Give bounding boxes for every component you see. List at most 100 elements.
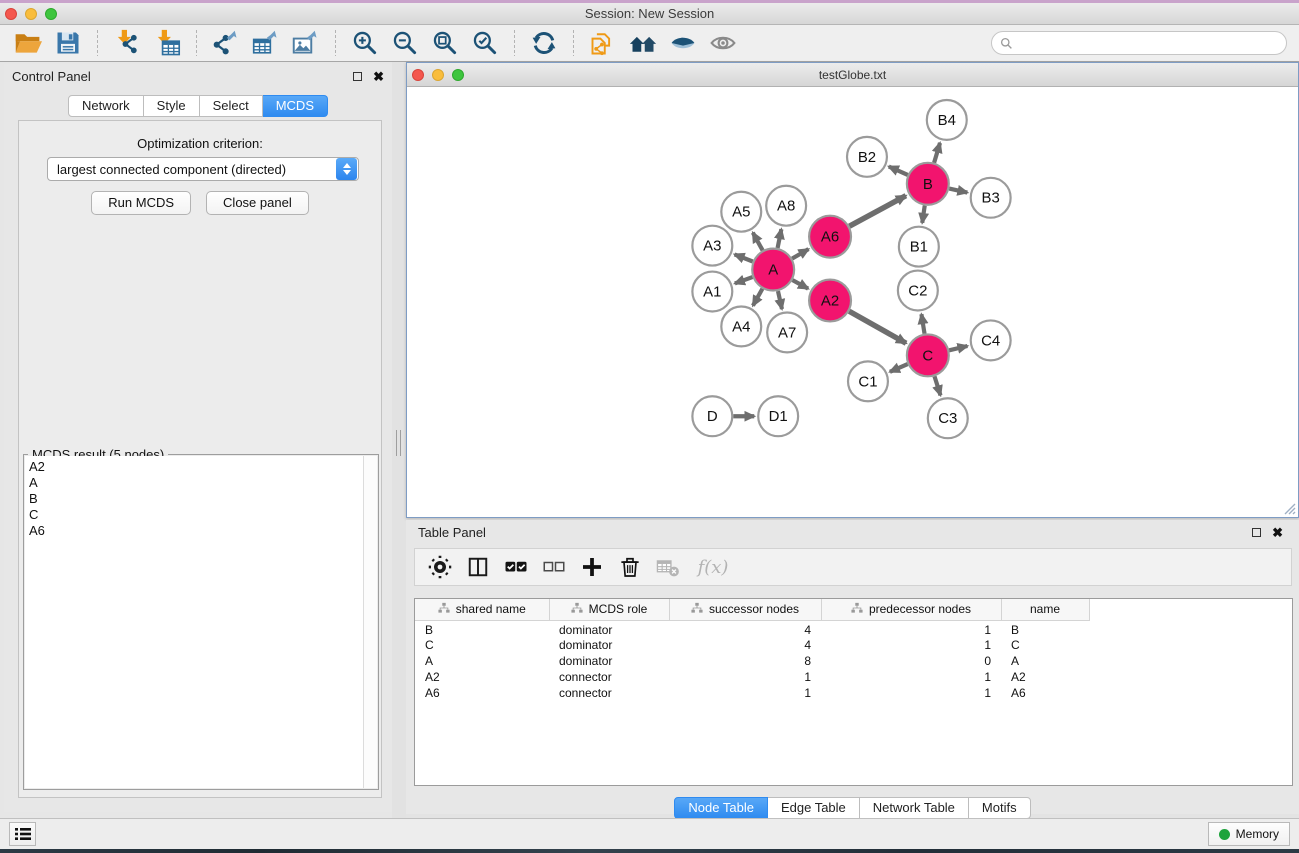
- table-cell[interactable]: A: [415, 653, 549, 669]
- table-row[interactable]: Bdominator41B: [415, 620, 1292, 637]
- graph-node-A3[interactable]: A3: [692, 226, 732, 266]
- graph-node-A4[interactable]: A4: [721, 306, 761, 346]
- export-network-icon[interactable]: [211, 28, 241, 58]
- graph-node-A[interactable]: A: [752, 249, 794, 291]
- graph-edge-A-A7[interactable]: [778, 291, 782, 309]
- column-header-name[interactable]: name: [1001, 599, 1089, 620]
- table-cell[interactable]: A2: [415, 669, 549, 685]
- table-cell[interactable]: C: [415, 637, 549, 653]
- close-panel-button[interactable]: Close panel: [206, 191, 309, 215]
- float-panel-icon[interactable]: [353, 72, 362, 81]
- graph-node-B2[interactable]: B2: [847, 137, 887, 177]
- column-header-predecessor-nodes[interactable]: predecessor nodes: [821, 599, 1001, 620]
- table-cell[interactable]: 4: [669, 637, 821, 653]
- search-input[interactable]: [1018, 36, 1278, 50]
- graph-node-C2[interactable]: C2: [898, 271, 938, 311]
- graph-node-A8[interactable]: A8: [766, 186, 806, 226]
- mcds-result-scrollbar[interactable]: [363, 456, 377, 788]
- memory-button[interactable]: Memory: [1208, 822, 1290, 846]
- zoom-out-icon[interactable]: [390, 28, 420, 58]
- new-column-icon[interactable]: [577, 553, 607, 581]
- graph-node-A7[interactable]: A7: [767, 312, 807, 352]
- mcds-result-item[interactable]: A: [29, 475, 363, 491]
- graph-node-A6[interactable]: A6: [809, 216, 851, 258]
- save-session-icon[interactable]: [53, 28, 83, 58]
- column-header-MCDS-role[interactable]: MCDS role: [549, 599, 669, 620]
- criterion-dropdown[interactable]: largest connected component (directed): [47, 157, 359, 181]
- home-layout-icon[interactable]: [628, 28, 658, 58]
- zoom-selected-icon[interactable]: [470, 28, 500, 58]
- mcds-result-item[interactable]: A6: [29, 523, 363, 539]
- export-image-icon[interactable]: [291, 28, 321, 58]
- network-canvas[interactable]: B4B2BB3A8A5A6A3B1AA1C2A2A4A7C4CC1C3DD1: [407, 88, 1298, 517]
- main-titlebar[interactable]: Session: New Session: [0, 3, 1299, 25]
- duplicate-network-icon[interactable]: [588, 28, 618, 58]
- graph-node-B1[interactable]: B1: [899, 227, 939, 267]
- network-view-window[interactable]: testGlobe.txt B4B2BB3A8A5A6A3B1AA1C2A2A4…: [406, 62, 1299, 518]
- tab-motifs[interactable]: Motifs: [969, 797, 1031, 819]
- open-session-icon[interactable]: [13, 28, 43, 58]
- table-cell[interactable]: B: [415, 620, 549, 637]
- table-cell[interactable]: connector: [549, 669, 669, 685]
- graph-edge-A-A3[interactable]: [735, 254, 753, 261]
- close-panel-icon[interactable]: ✖: [373, 70, 384, 83]
- graph-edge-B-B3[interactable]: [949, 189, 967, 193]
- table-cell[interactable]: 1: [821, 685, 1001, 701]
- search-box[interactable]: [991, 31, 1287, 55]
- graph-edge-C-C2[interactable]: [921, 314, 924, 334]
- graph-edge-C-C1[interactable]: [890, 364, 908, 372]
- tab-network[interactable]: Network: [68, 95, 144, 117]
- mcds-result-item[interactable]: C: [29, 507, 363, 523]
- graph-edge-A2-C[interactable]: [849, 311, 906, 343]
- graph-edge-A-A1[interactable]: [735, 277, 753, 283]
- table-cell[interactable]: A: [1001, 653, 1089, 669]
- graph-node-C3[interactable]: C3: [928, 398, 968, 438]
- zoom-fit-icon[interactable]: [430, 28, 460, 58]
- table-cell[interactable]: 1: [821, 620, 1001, 637]
- tab-node-table[interactable]: Node Table: [674, 797, 768, 819]
- column-header-successor-nodes[interactable]: successor nodes: [669, 599, 821, 620]
- refresh-layout-icon[interactable]: [529, 28, 559, 58]
- export-table-icon[interactable]: [251, 28, 281, 58]
- table-cell[interactable]: A2: [1001, 669, 1089, 685]
- column-header-shared-name[interactable]: shared name: [415, 599, 549, 620]
- graph-edge-B-B2[interactable]: [889, 167, 908, 175]
- table-row[interactable]: Cdominator41C: [415, 637, 1292, 653]
- graph-node-C[interactable]: C: [907, 334, 949, 376]
- graph-edge-B-B4[interactable]: [934, 143, 940, 163]
- graph-node-B4[interactable]: B4: [927, 100, 967, 140]
- table-cell[interactable]: dominator: [549, 637, 669, 653]
- table-cell[interactable]: 1: [669, 685, 821, 701]
- graph-edge-A-A2[interactable]: [792, 280, 808, 289]
- table-cell[interactable]: A6: [415, 685, 549, 701]
- table-cell[interactable]: 1: [669, 669, 821, 685]
- splitter-grip[interactable]: [396, 430, 401, 456]
- delete-column-icon[interactable]: [615, 553, 645, 581]
- graph-node-A1[interactable]: A1: [692, 272, 732, 312]
- table-cell[interactable]: 1: [821, 669, 1001, 685]
- graph-node-A2[interactable]: A2: [809, 280, 851, 322]
- deselect-all-icon[interactable]: [539, 553, 569, 581]
- table-cell[interactable]: C: [1001, 637, 1089, 653]
- table-cell[interactable]: connector: [549, 685, 669, 701]
- graph-node-D[interactable]: D: [692, 396, 732, 436]
- tab-mcds[interactable]: MCDS: [263, 95, 328, 117]
- resize-grip-icon[interactable]: [1281, 500, 1296, 515]
- graph-edge-A-A5[interactable]: [753, 233, 763, 251]
- float-table-panel-icon[interactable]: [1252, 528, 1261, 537]
- graph-edge-B-B1[interactable]: [922, 206, 924, 223]
- table-cell[interactable]: B: [1001, 620, 1089, 637]
- table-cell[interactable]: dominator: [549, 620, 669, 637]
- table-mode-icon[interactable]: [425, 553, 455, 581]
- graph-node-D1[interactable]: D1: [758, 396, 798, 436]
- zoom-in-icon[interactable]: [350, 28, 380, 58]
- table-row[interactable]: A6connector11A6: [415, 685, 1292, 701]
- graph-node-B3[interactable]: B3: [971, 178, 1011, 218]
- table-cell[interactable]: 0: [821, 653, 1001, 669]
- graph-edge-A-A4[interactable]: [753, 289, 762, 306]
- tab-edge-table[interactable]: Edge Table: [768, 797, 860, 819]
- task-history-button[interactable]: [9, 822, 36, 846]
- graph-node-C4[interactable]: C4: [971, 320, 1011, 360]
- tab-select[interactable]: Select: [200, 95, 263, 117]
- graph-node-C1[interactable]: C1: [848, 361, 888, 401]
